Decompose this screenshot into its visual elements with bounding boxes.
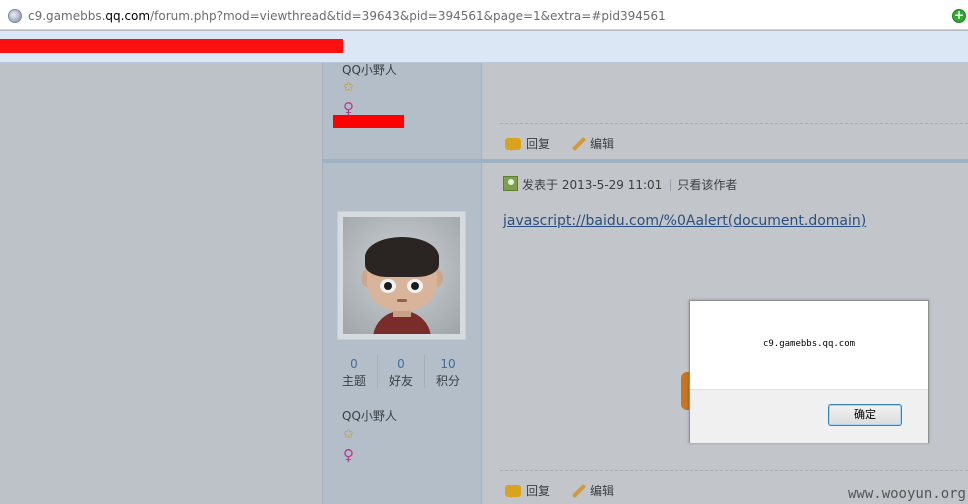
avatar-eye-right [407,279,423,293]
prev-reply-button[interactable]: 回复 [505,135,550,152]
edit-label: 编辑 [590,137,615,151]
stat-value: 10 [440,357,456,371]
stat-friends[interactable]: 0 好友 [378,356,424,390]
reply-icon [505,137,521,151]
reply-button[interactable]: 回复 [505,482,550,499]
watermark: www.wooyun.org [847,486,966,502]
star-icon: ✩ [343,80,354,95]
edit-button[interactable]: 编辑 [571,482,614,499]
stat-label: 主题 [341,374,366,388]
url-prefix: c9.gamebbs. [28,9,106,23]
stat-value: 0 [350,357,358,371]
prev-author-name[interactable]: QQ小野人 [342,61,397,78]
stat-value: 0 [397,357,405,371]
go-icon[interactable]: + [952,9,966,23]
globe-icon [8,9,22,23]
author-name[interactable]: QQ小野人 [342,407,397,424]
alert-dialog: c9.gamebbs.qq.com 确定 [689,300,929,443]
avatar-mouth [397,299,407,302]
star-icon: ✩ [343,427,354,442]
ok-button[interactable]: 确定 [828,404,902,426]
post-content-link[interactable]: javascript://baidu.com/%0Aalert(document… [503,213,866,229]
redacted-bar [0,39,343,53]
stat-points[interactable]: 10 积分 [425,356,471,390]
post-meta: 发表于 2013-5-29 11:01 只看该作者 [522,176,737,193]
redacted-author [333,115,404,128]
online-status-icon [503,176,518,191]
female-icon: ♀ [343,446,354,464]
url-domain: qq.com [105,9,151,23]
address-bar[interactable]: c9.gamebbs.qq.com/forum.php?mod=viewthre… [0,0,968,30]
stat-label: 好友 [388,374,413,388]
only-author-link[interactable]: 只看该作者 [677,178,737,192]
stat-label: 积分 [435,374,460,388]
post-separator [322,159,968,163]
avatar[interactable] [337,211,466,340]
avatar-hair [365,237,439,277]
meta-divider [670,179,672,191]
alert-footer: 确定 [690,389,928,443]
divider [500,470,968,471]
post-date: 发表于 2013-5-29 11:01 [522,178,663,192]
reply-label: 回复 [526,137,551,151]
stat-topics[interactable]: 0 主题 [331,356,377,390]
divider [500,123,968,124]
pencil-icon [571,137,585,151]
edit-label: 编辑 [590,484,615,498]
url-text[interactable]: c9.gamebbs.qq.com/forum.php?mod=viewthre… [28,9,666,23]
reply-label: 回复 [526,484,551,498]
avatar-eye-left [380,279,396,293]
prev-edit-button[interactable]: 编辑 [571,135,614,152]
pencil-icon [571,484,585,498]
url-path: /forum.php?mod=viewthread&tid=39643&pid=… [150,9,666,23]
avatar-image [343,217,460,334]
reply-icon [505,484,521,498]
alert-message: c9.gamebbs.qq.com [762,339,856,349]
